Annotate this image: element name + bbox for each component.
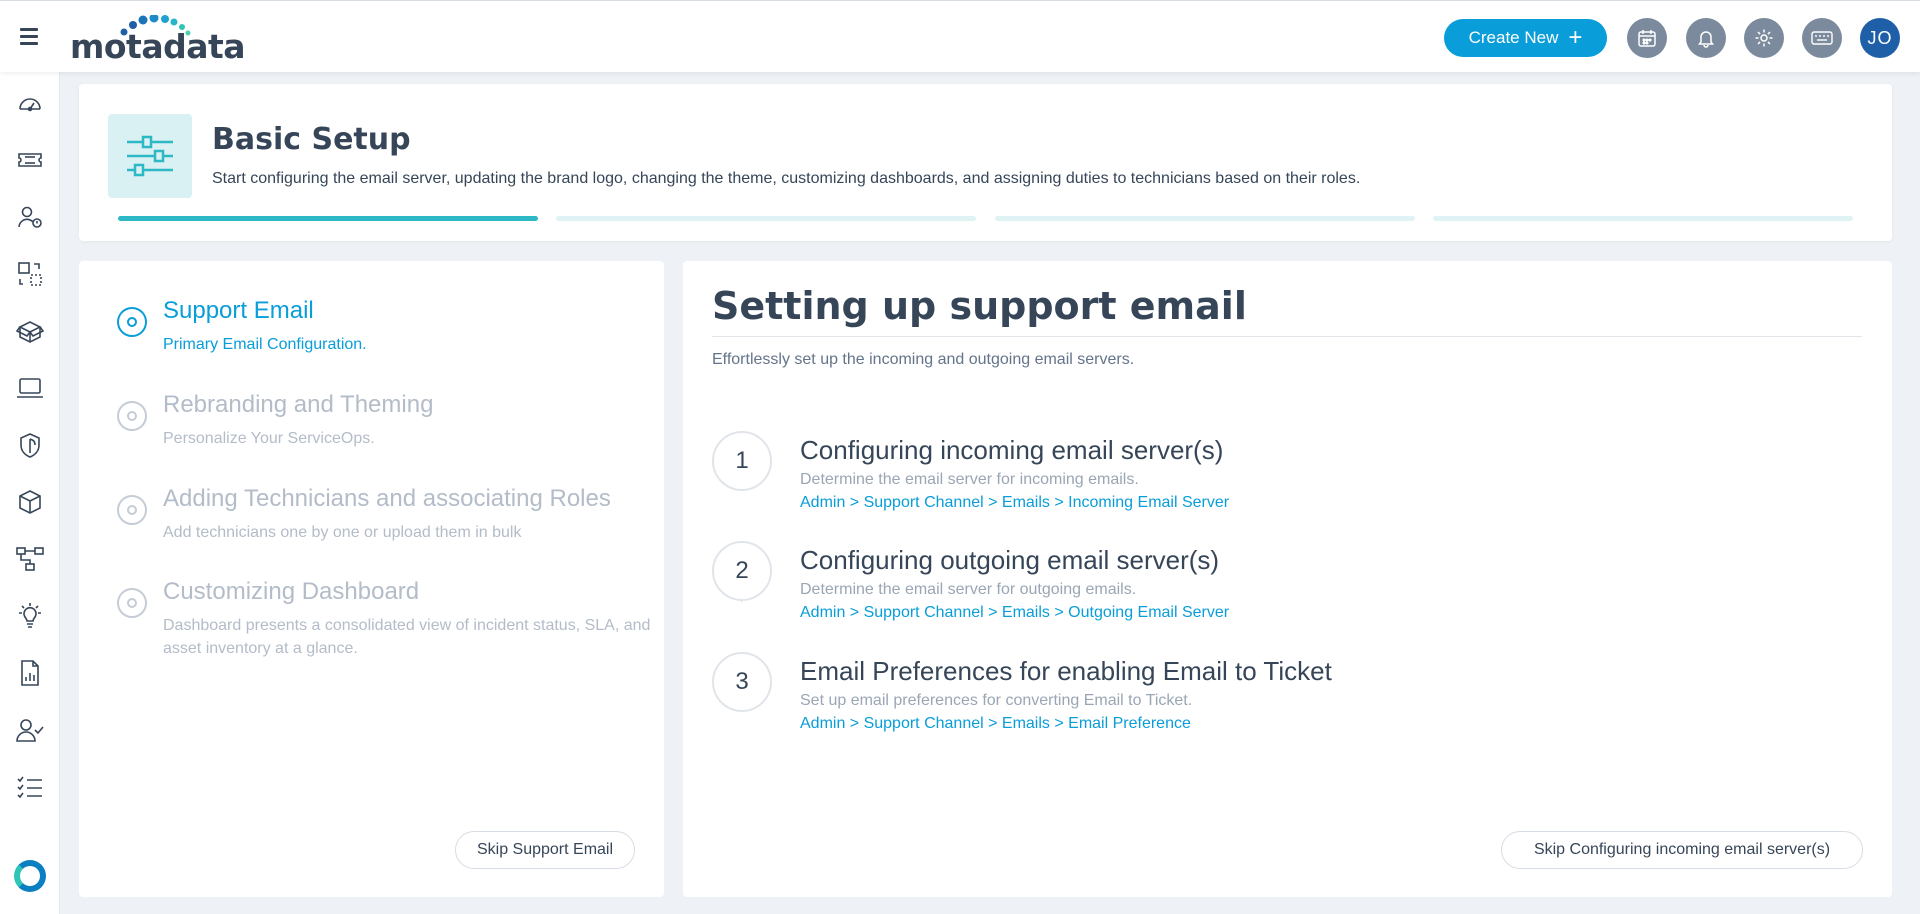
task-path-link[interactable]: Admin > Support Channel > Emails > Email… <box>800 715 1191 733</box>
task-title: Configuring outgoing email server(s) <box>800 545 1220 575</box>
task-number: 1 <box>712 431 772 491</box>
task-number: 3 <box>712 652 772 712</box>
progress-segment-2 <box>556 216 976 221</box>
report-icon[interactable] <box>14 657 46 689</box>
content-title: Setting up support email <box>712 284 1247 328</box>
step-adding-technicians[interactable]: Adding Technicians and associating Roles… <box>117 485 657 545</box>
progress-segment-4 <box>1433 216 1853 221</box>
step-radio-icon <box>117 588 147 618</box>
page-description: Start configuring the email server, upda… <box>212 170 1361 187</box>
task-description: Determine the email server for outgoing … <box>800 581 1137 598</box>
step-subtitle: Add technicians one by one or upload the… <box>163 524 522 541</box>
step-subtitle: Dashboard presents a consolidated view o… <box>163 617 651 657</box>
content-description: Effortlessly set up the incoming and out… <box>712 351 1135 368</box>
change-icon[interactable] <box>14 258 46 290</box>
calendar-icon[interactable] <box>1627 18 1667 58</box>
task-number: 2 <box>712 541 772 601</box>
checklist-icon[interactable] <box>14 771 46 803</box>
sliders-icon <box>108 114 192 198</box>
user-check-icon[interactable] <box>14 714 46 746</box>
basic-setup-header: Basic Setup Start configuring the email … <box>79 84 1892 241</box>
gear-icon[interactable] <box>1744 18 1784 58</box>
task-item: 1 Configuring incoming email server(s) D… <box>712 431 1862 517</box>
step-title: Adding Technicians and associating Roles <box>163 485 611 512</box>
box-open-icon[interactable] <box>14 315 46 347</box>
task-title: Configuring incoming email server(s) <box>800 435 1224 465</box>
user-avatar[interactable]: JO <box>1860 18 1900 58</box>
cube-icon[interactable] <box>14 486 46 518</box>
page-title: Basic Setup <box>212 122 411 157</box>
create-new-button[interactable]: Create New + <box>1444 19 1607 57</box>
divider <box>712 336 1862 337</box>
step-title: Support Email <box>163 297 314 324</box>
step-radio-icon <box>117 401 147 431</box>
task-item: 2 Configuring outgoing email server(s) D… <box>712 541 1862 627</box>
task-title: Email Preferences for enabling Email to … <box>800 656 1332 686</box>
step-subtitle: Primary Email Configuration. <box>163 336 367 353</box>
step-support-email[interactable]: Support Email Primary Email Configuratio… <box>117 297 657 357</box>
motadata-logo[interactable]: motadata <box>70 15 246 66</box>
hamburger-menu-icon[interactable] <box>20 28 46 48</box>
step-title: Rebranding and Theming <box>163 391 434 418</box>
step-radio-icon <box>117 495 147 525</box>
task-description: Set up email preferences for converting … <box>800 692 1193 709</box>
bell-icon[interactable] <box>1686 18 1726 58</box>
keyboard-icon[interactable] <box>1802 18 1842 58</box>
step-rebranding-theming[interactable]: Rebranding and Theming Personalize Your … <box>117 391 657 451</box>
lightbulb-icon[interactable] <box>14 600 46 632</box>
setup-steps-panel: Support Email Primary Email Configuratio… <box>79 261 664 897</box>
laptop-icon[interactable] <box>14 372 46 404</box>
create-new-label: Create New <box>1468 28 1559 47</box>
task-path-link[interactable]: Admin > Support Channel > Emails > Outgo… <box>800 604 1229 622</box>
dashboard-gauge-icon[interactable] <box>14 87 46 119</box>
step-radio-icon <box>117 307 147 337</box>
ticket-icon[interactable] <box>14 144 46 176</box>
plus-icon: + <box>1568 24 1583 51</box>
task-item: 3 Email Preferences for enabling Email t… <box>712 652 1862 738</box>
left-sidebar <box>0 72 60 914</box>
step-content-panel: Setting up support email Effortlessly se… <box>683 261 1892 897</box>
progress-segment-3 <box>995 216 1415 221</box>
shield-icon[interactable] <box>14 429 46 461</box>
skip-task-button[interactable]: Skip Configuring incoming email server(s… <box>1501 831 1863 869</box>
status-ring-icon[interactable] <box>14 860 46 892</box>
progress-segment-1 <box>118 216 538 221</box>
logo-text: motadata <box>70 27 246 66</box>
task-description: Determine the email server for incoming … <box>800 471 1139 488</box>
step-customizing-dashboard[interactable]: Customizing Dashboard Dashboard presents… <box>117 578 657 662</box>
top-bar: motadata Create New + JO <box>0 0 1920 72</box>
user-alert-icon[interactable] <box>14 201 46 233</box>
step-subtitle: Personalize Your ServiceOps. <box>163 430 375 447</box>
step-title: Customizing Dashboard <box>163 578 420 605</box>
task-path-link[interactable]: Admin > Support Channel > Emails > Incom… <box>800 494 1229 512</box>
skip-step-button[interactable]: Skip Support Email <box>455 831 635 869</box>
workflow-icon[interactable] <box>14 543 46 575</box>
